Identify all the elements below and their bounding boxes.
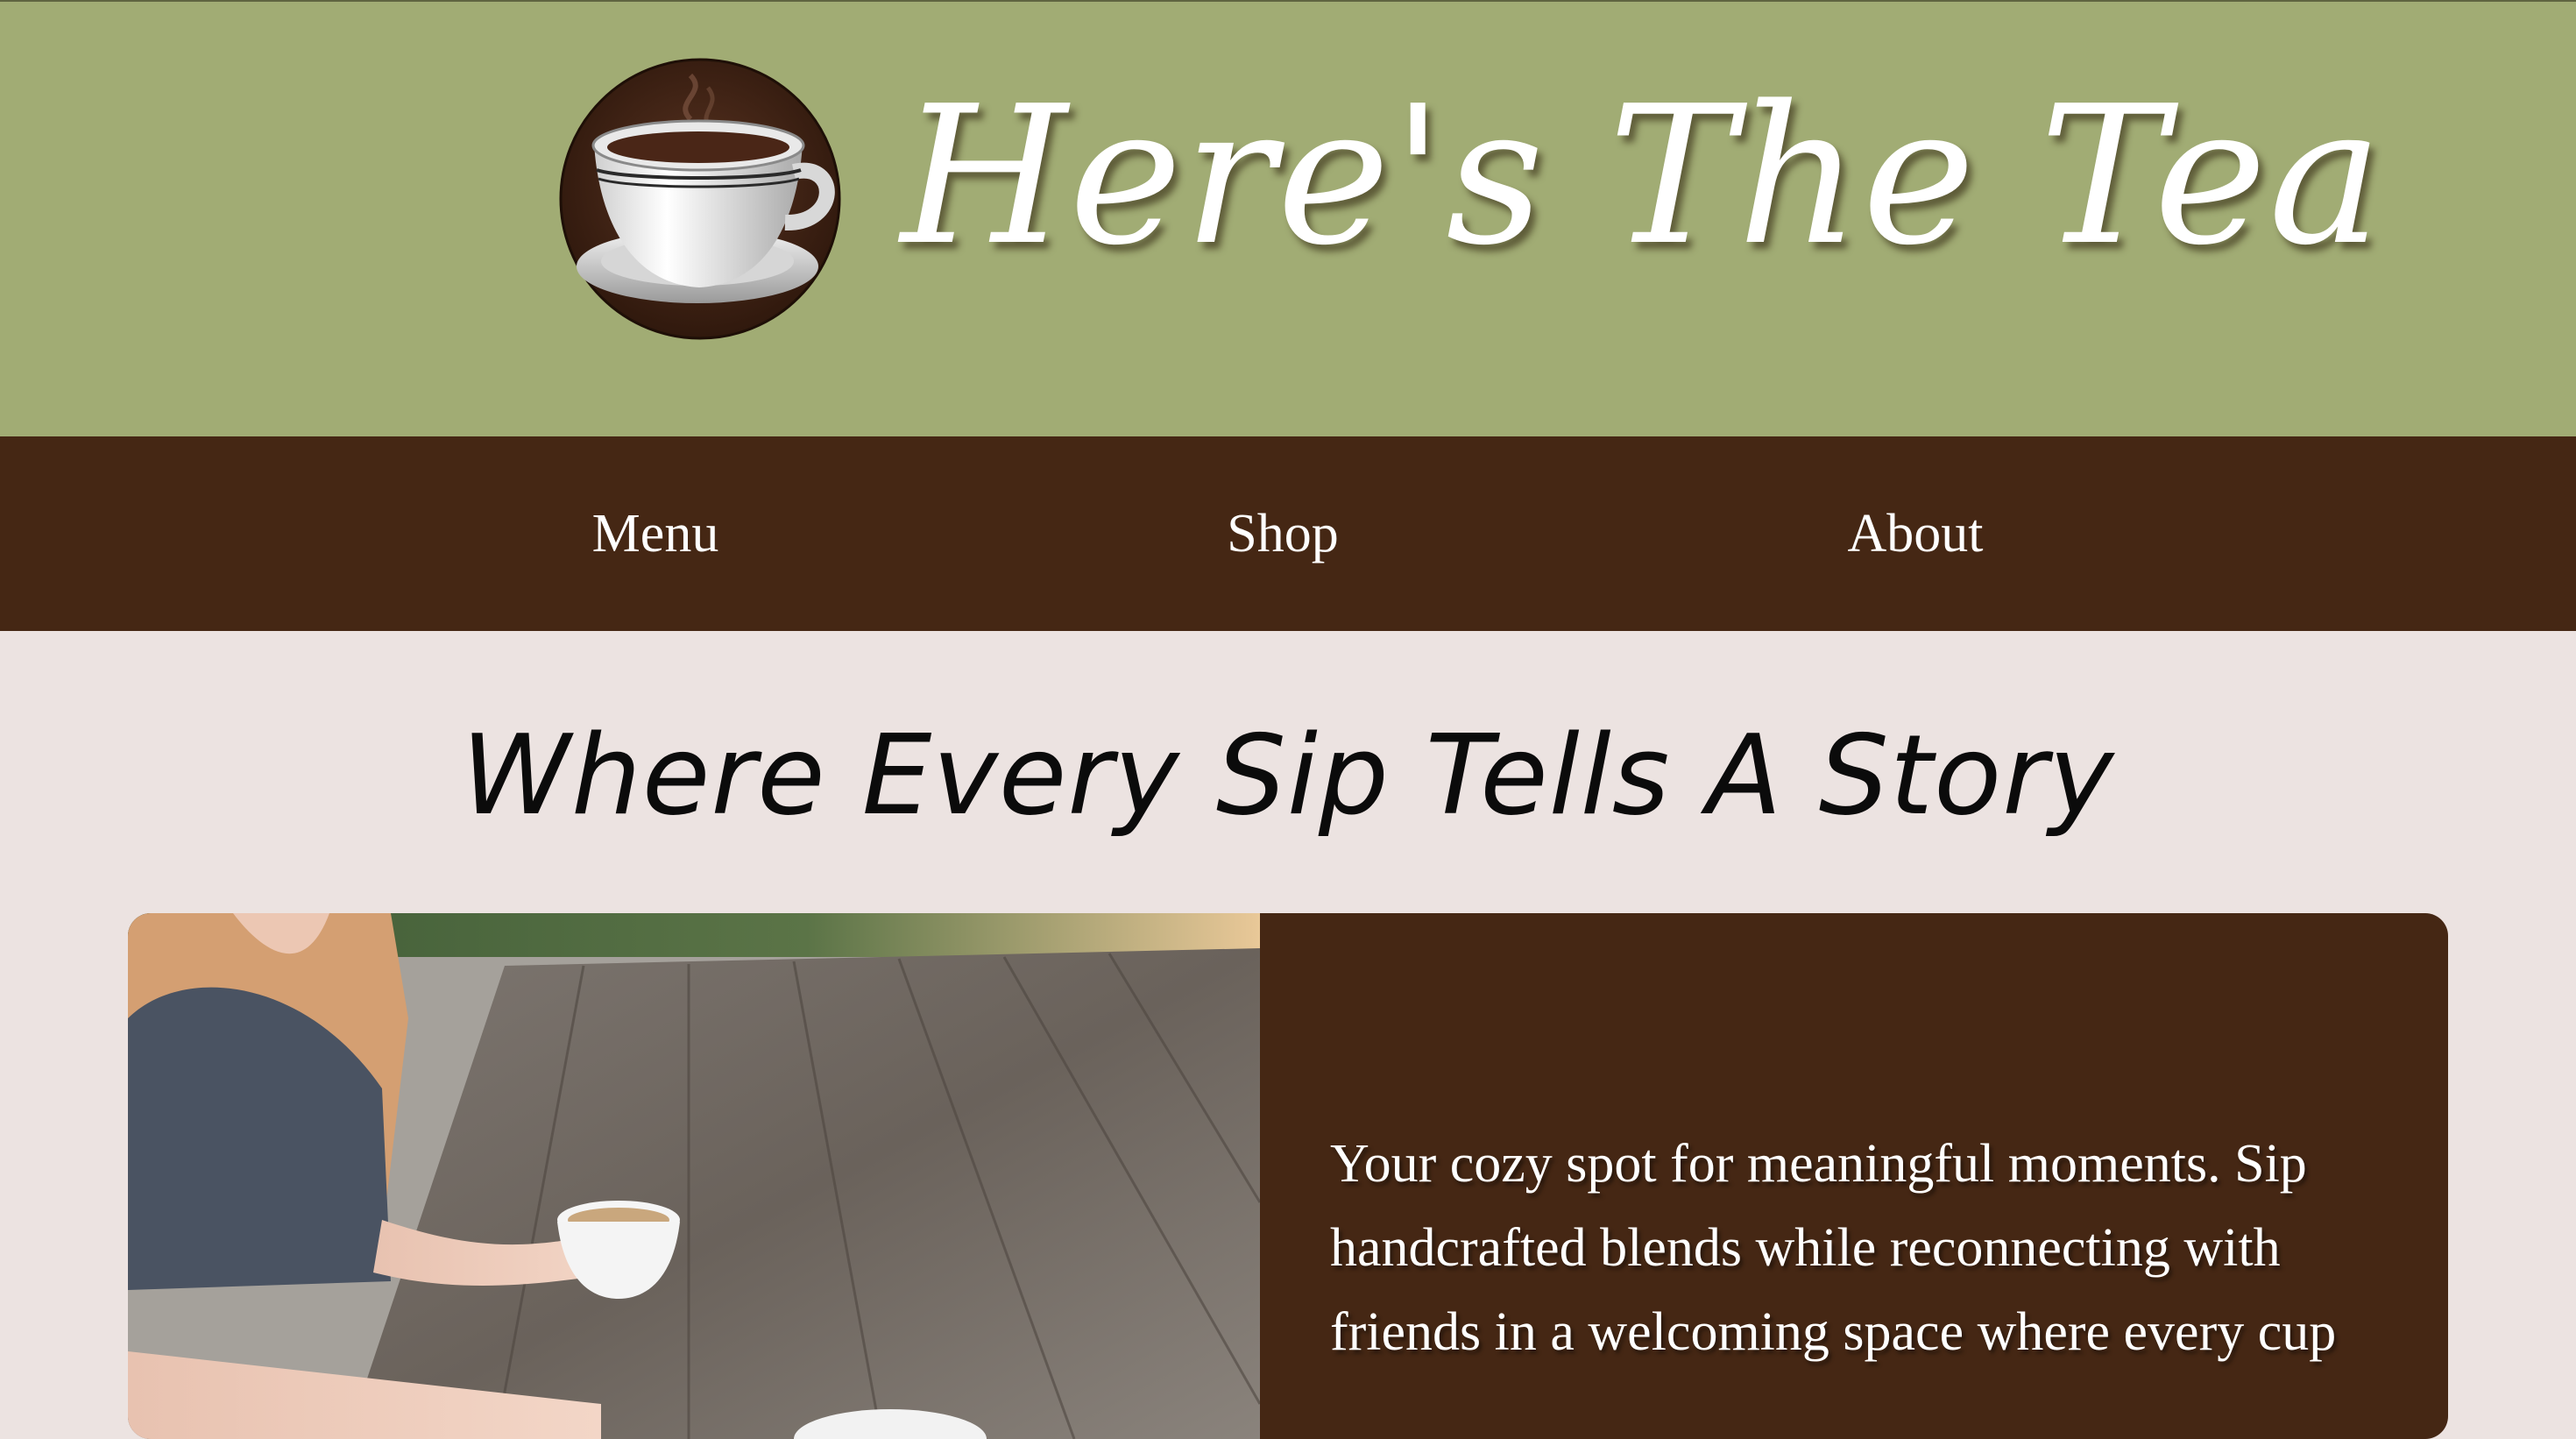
site-header: Here's The Tea <box>0 0 2576 436</box>
nav-item-about[interactable]: About <box>1740 436 2091 631</box>
feature-description: Your cozy spot for meaningful moments. S… <box>1330 1134 2337 1362</box>
nav-item-shop[interactable]: Shop <box>1108 436 1458 631</box>
main-nav: Menu Shop About <box>0 436 2576 631</box>
feature-photo <box>128 913 1260 1439</box>
hero-heading: Where Every Sip Tells A Story <box>461 711 2115 840</box>
feature-card: Your cozy spot for meaningful moments. S… <box>128 913 2448 1439</box>
site-title: Here's The Tea <box>901 66 2385 287</box>
tea-cup-icon[interactable] <box>559 58 841 340</box>
nav-item-menu[interactable]: Menu <box>480 436 831 631</box>
